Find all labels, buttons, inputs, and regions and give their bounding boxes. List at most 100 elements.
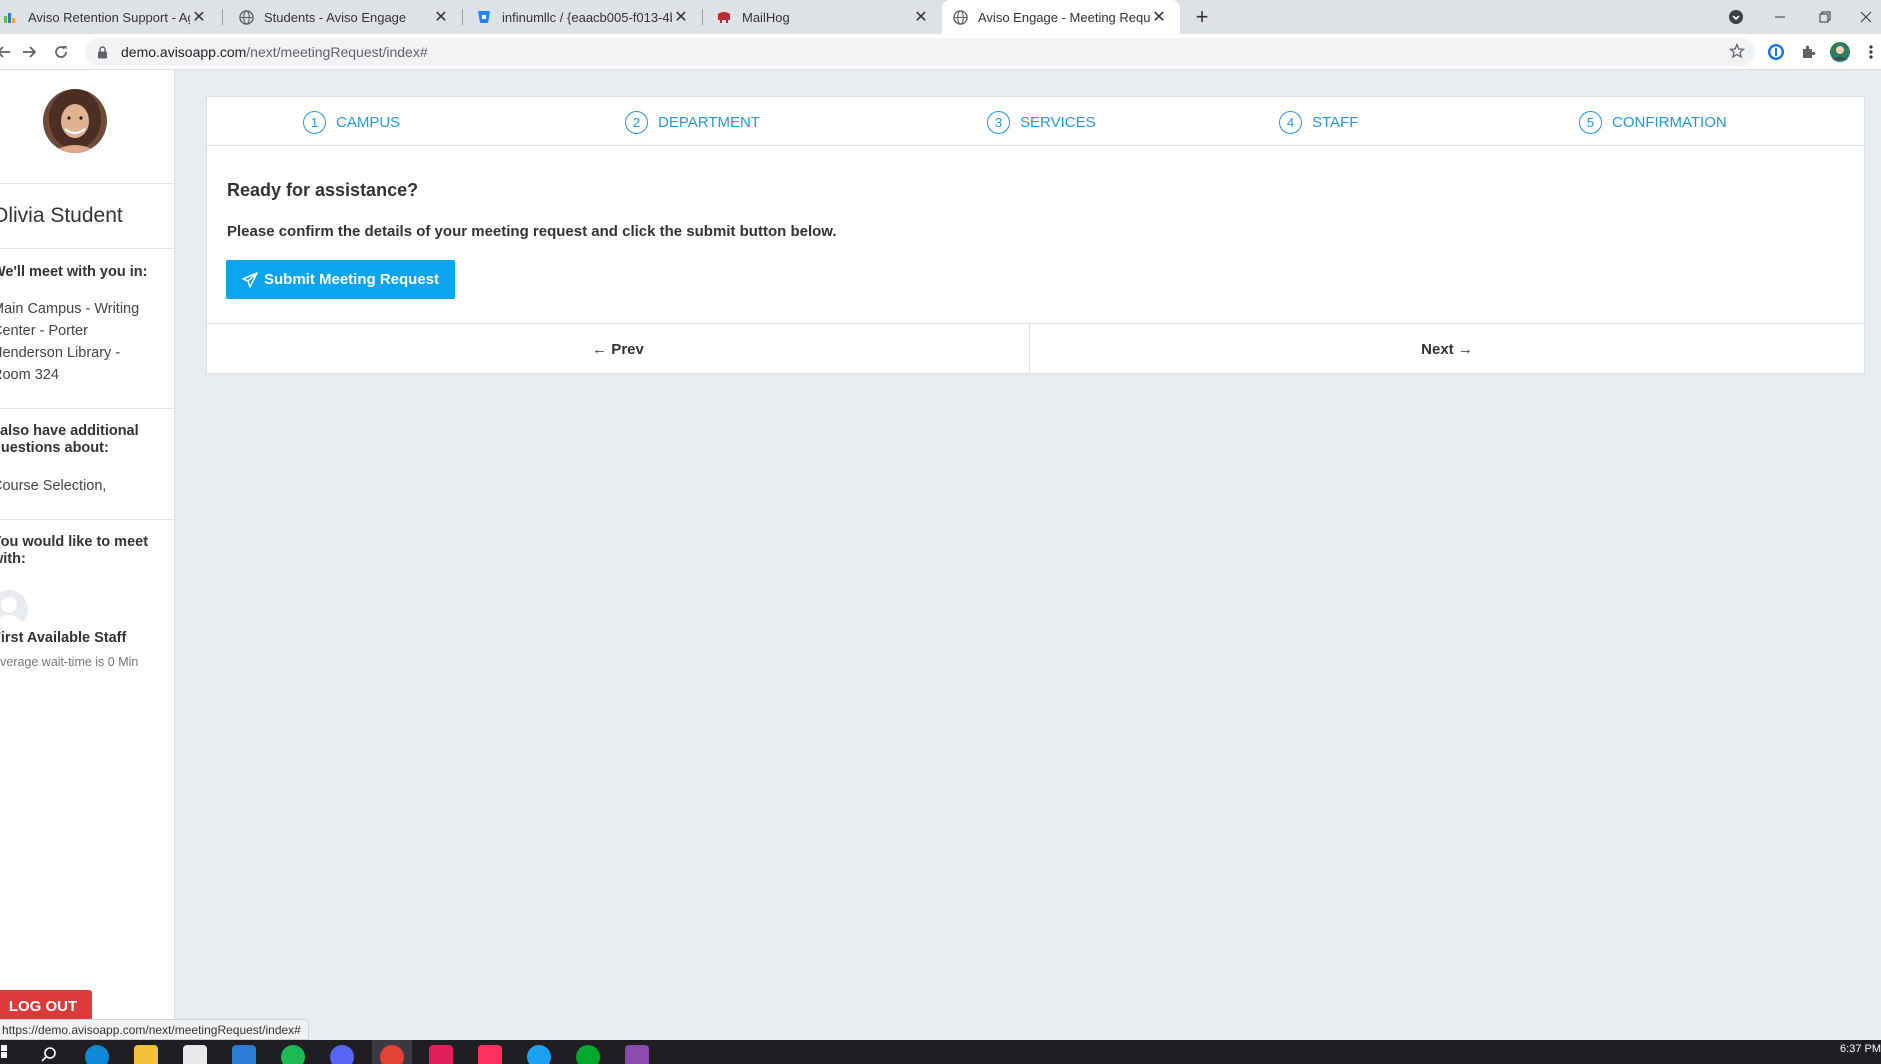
globe-icon	[238, 9, 254, 25]
meeting-request-card: 1 CAMPUS 2 DEPARTMENT 3 SERVICES 4 STAFF…	[206, 96, 1865, 375]
start-icon[interactable]	[0, 1045, 8, 1064]
prev-button[interactable]: ← Prev	[207, 324, 1030, 375]
additional-questions-text: Course Selection,	[0, 478, 107, 494]
jetbrains-icon[interactable]	[478, 1045, 502, 1064]
tab-search-icon[interactable]	[1716, 4, 1756, 30]
close-tab-icon[interactable]: ✕	[432, 8, 450, 26]
git-client-icon[interactable]	[625, 1045, 649, 1064]
browser-tab-meeting-request[interactable]: Aviso Engage - Meeting Request ✕	[942, 0, 1180, 34]
bookmark-star-icon[interactable]	[1728, 42, 1746, 64]
step-label: STAFF	[1312, 114, 1359, 131]
browser-tab-bitbucket[interactable]: infinumllc / {eaacb005-f013-4bb ✕	[466, 0, 702, 34]
mail-icon[interactable]	[232, 1045, 256, 1064]
close-tab-icon[interactable]: ✕	[1150, 8, 1168, 26]
staff-wait-time: Average wait-time is 0 Min	[0, 655, 139, 669]
step-label: CONFIRMATION	[1612, 114, 1727, 131]
step-number: 3	[987, 111, 1010, 134]
back-icon[interactable]	[0, 40, 16, 64]
evernote-icon[interactable]	[576, 1045, 600, 1064]
close-tab-icon[interactable]: ✕	[672, 8, 690, 26]
divider	[0, 248, 174, 249]
minimize-icon[interactable]	[1760, 4, 1800, 30]
student-name: Olivia Student	[0, 204, 123, 227]
divider	[0, 183, 174, 184]
submit-meeting-request-button[interactable]: Submit Meeting Request	[226, 260, 455, 299]
tab-title: MailHog	[742, 9, 790, 25]
divider	[0, 519, 174, 520]
taskbar-clock: 6:37 PM	[1840, 1043, 1881, 1055]
search-icon[interactable]	[40, 1045, 64, 1064]
tab-separator	[462, 9, 463, 25]
step-staff[interactable]: 4 STAFF	[1279, 111, 1358, 134]
reload-icon[interactable]	[49, 40, 73, 64]
os-taskbar: 6:37 PM	[0, 1040, 1881, 1064]
status-url-bubble: https://demo.avisoapp.com/next/meetingRe…	[0, 1019, 309, 1040]
globe-icon	[952, 9, 968, 25]
student-sidebar: Olivia Student We'll meet with you in: M…	[0, 70, 175, 1040]
browser-tab-students[interactable]: Students - Aviso Engage ✕	[228, 0, 462, 34]
extensions-puzzle-icon[interactable]	[1798, 42, 1818, 62]
tab-title: Aviso Engage - Meeting Request	[978, 9, 1150, 25]
page-title: Ready for assistance?	[227, 180, 419, 200]
url-path: /next/meetingRequest/index#	[246, 44, 428, 60]
twitter-icon[interactable]	[527, 1045, 551, 1064]
staff-avatar	[0, 590, 28, 628]
confirmation-instructions: Please confirm the details of your meeti…	[227, 223, 837, 240]
wizard-steps: 1 CAMPUS 2 DEPARTMENT 3 SERVICES 4 STAFF…	[207, 97, 1864, 146]
submit-button-label: Submit Meeting Request	[263, 271, 439, 288]
step-confirmation[interactable]: 5 CONFIRMATION	[1579, 111, 1727, 134]
tab-separator	[702, 9, 703, 25]
tab-title: Students - Aviso Engage	[264, 9, 407, 25]
forward-icon[interactable]	[17, 40, 41, 64]
browser-tab-strip: Aviso Retention Support - Agent ✕ Studen…	[0, 0, 1881, 34]
step-label: CAMPUS	[336, 114, 401, 131]
step-label: DEPARTMENT	[658, 114, 760, 131]
staff-preference-heading: You would like to meet with:	[0, 534, 149, 567]
logout-button[interactable]: LOG OUT	[0, 990, 92, 1022]
password-manager-icon[interactable]	[1766, 42, 1786, 62]
step-services[interactable]: 3 SERVICES	[987, 111, 1096, 134]
browser-toolbar: demo.avisoapp.com/next/meetingRequest/in…	[0, 34, 1881, 70]
slack-icon[interactable]	[429, 1045, 453, 1064]
close-window-icon[interactable]	[1850, 4, 1881, 30]
close-tab-icon[interactable]: ✕	[912, 8, 930, 26]
tab-separator	[222, 9, 223, 25]
step-label: SERVICES	[1020, 114, 1096, 131]
step-department[interactable]: 2 DEPARTMENT	[625, 111, 760, 134]
profile-avatar-icon[interactable]	[1830, 42, 1850, 62]
meet-location-heading: We'll meet with you in:	[0, 264, 148, 280]
tab-title: infinumllc / {eaacb005-f013-4bb	[502, 9, 672, 25]
step-number: 2	[625, 111, 648, 134]
bitbucket-icon	[476, 9, 492, 25]
wizard-pager: ← Prev Next →	[207, 323, 1864, 375]
mailhog-icon	[716, 9, 732, 25]
tab-title: Aviso Retention Support - Agent	[28, 9, 190, 25]
browser-tab-aviso-agent[interactable]: Aviso Retention Support - Agent ✕	[0, 0, 220, 34]
lock-icon	[97, 45, 111, 59]
restore-icon[interactable]	[1805, 4, 1845, 30]
url-host: demo.avisoapp.com	[121, 44, 247, 60]
paper-plane-icon	[242, 271, 258, 288]
step-campus[interactable]: 1 CAMPUS	[303, 111, 400, 134]
step-number: 1	[303, 111, 326, 134]
browser-menu-icon[interactable]	[1864, 42, 1878, 62]
chrome-icon[interactable]	[380, 1045, 404, 1064]
meet-location-text: Main Campus - Writing Center - Porter He…	[0, 301, 140, 383]
aviso-icon	[2, 9, 18, 25]
step-number: 4	[1279, 111, 1302, 134]
staff-name: First Available Staff	[0, 630, 127, 646]
new-tab-button[interactable]: +	[1190, 4, 1214, 29]
divider	[0, 408, 174, 409]
spotify-icon[interactable]	[281, 1045, 305, 1064]
discord-icon[interactable]	[330, 1045, 354, 1064]
file-explorer-icon[interactable]	[134, 1045, 158, 1064]
browser-tab-mailhog[interactable]: MailHog ✕	[706, 0, 942, 34]
next-button[interactable]: Next →	[1030, 324, 1864, 375]
additional-questions-heading: I also have additional questions about:	[0, 423, 139, 456]
student-avatar	[43, 89, 107, 153]
edge-browser-icon[interactable]	[85, 1045, 109, 1064]
store-icon[interactable]	[183, 1045, 207, 1064]
address-bar[interactable]: demo.avisoapp.com/next/meetingRequest/in…	[85, 38, 1755, 66]
close-tab-icon[interactable]: ✕	[190, 8, 208, 26]
step-number: 5	[1579, 111, 1602, 134]
